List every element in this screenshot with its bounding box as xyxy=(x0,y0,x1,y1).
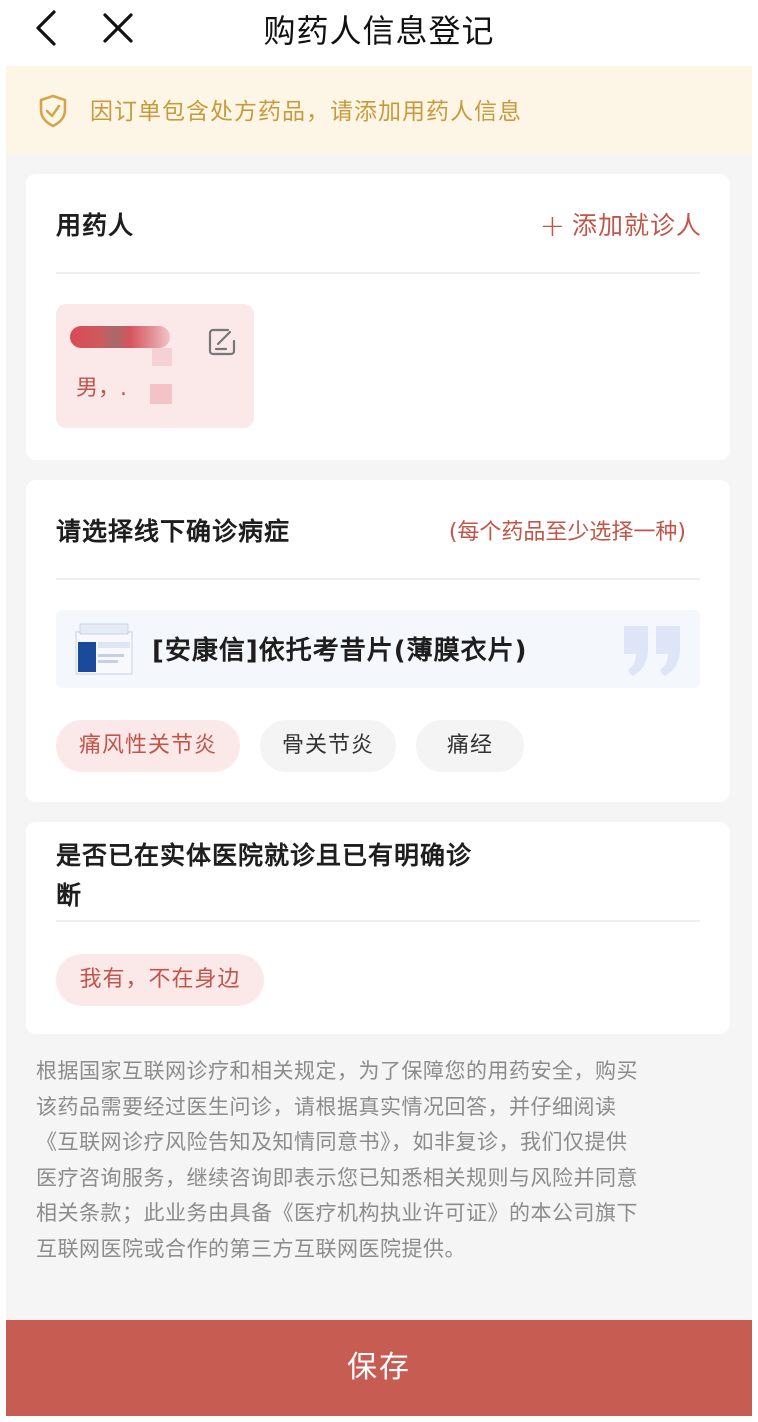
patient-gender: 男，. xyxy=(76,376,127,401)
patient-item[interactable]: 男，. xyxy=(56,304,254,428)
diagnosis-note: (每个药品至少选择一种) xyxy=(448,520,686,545)
divider xyxy=(56,272,700,274)
nav-bar: 购药人信息登记 xyxy=(0,0,758,62)
divider xyxy=(56,578,700,580)
disclaimer-text: 根据国家互联网诊疗和相关规定，为了保障您的用药安全，购买 该药品需要经过医生问诊… xyxy=(36,1054,726,1267)
patient-card-section: 用药人 + 添加就诊人 男，. xyxy=(26,174,730,460)
diagnosis-option-chip[interactable]: 骨关节炎 xyxy=(260,720,396,772)
add-patient-label: 添加就诊人 xyxy=(571,211,702,240)
redaction-block xyxy=(152,348,172,366)
edit-icon[interactable] xyxy=(208,328,236,356)
disclaimer-line: 相关条款；此业务由具备《医疗机构执业许可证》的本公司旗下 xyxy=(36,1201,638,1225)
visit-section-title: 是否已在实体医院就诊且已有明确诊断 xyxy=(56,841,473,910)
diagnosis-option-chip[interactable]: 痛经 xyxy=(416,720,524,772)
shield-check-icon xyxy=(39,94,67,128)
divider xyxy=(56,920,700,922)
diagnosis-option-chip[interactable]: 痛风性关节炎 xyxy=(56,720,240,772)
drug-name: [安康信]依托考昔片(薄膜衣片) xyxy=(152,636,528,666)
plus-icon: + xyxy=(539,209,566,244)
disclaimer-line: 该药品需要经过医生问诊，请根据真实情况回答，并仔细阅读 xyxy=(36,1094,617,1119)
redaction-block xyxy=(150,384,172,404)
drug-item: [安康信]依托考昔片(薄膜衣片) xyxy=(56,610,700,688)
visit-section: 是否已在实体医院就诊且已有明确诊断 我有，不在身边 xyxy=(26,822,730,1034)
add-patient-button[interactable]: + 添加就诊人 xyxy=(539,206,702,244)
disclaimer-line: 互联网医院或合作的第三方互联网医院提供。 xyxy=(36,1236,466,1261)
diagnosis-section-title: 请选择线下确诊病症 xyxy=(56,517,291,546)
patient-section-title: 用药人 xyxy=(56,211,135,240)
page-content: 因订单包含处方药品，请添加用药人信息 用药人 + 添加就诊人 男，. 请选择线下确… xyxy=(6,66,752,1320)
drug-image xyxy=(75,623,133,675)
page-title: 购药人信息登记 xyxy=(263,12,495,50)
notice-text: 因订单包含处方药品，请添加用药人信息 xyxy=(90,99,522,125)
quote-icon xyxy=(624,626,680,676)
prescription-notice: 因订单包含处方药品，请添加用药人信息 xyxy=(6,66,752,154)
disclaimer-line: 医疗咨询服务，继续咨询即表示您已知悉相关规则与风险并同意 xyxy=(36,1165,638,1190)
patient-name-redacted xyxy=(70,326,170,348)
disclaimer-line: 《互联网诊疗风险告知及知情同意书》，如非复诊，我们仅提供 xyxy=(36,1130,628,1154)
visit-answer-chip[interactable]: 我有，不在身边 xyxy=(56,954,264,1006)
diagnosis-section: 请选择线下确诊病症 (每个药品至少选择一种) [安康信]依托考昔片(薄膜衣片) … xyxy=(26,480,730,802)
disclaimer-line: 根据国家互联网诊疗和相关规定，为了保障您的用药安全，购买 xyxy=(36,1059,638,1083)
save-button[interactable]: 保存 xyxy=(6,1320,752,1416)
